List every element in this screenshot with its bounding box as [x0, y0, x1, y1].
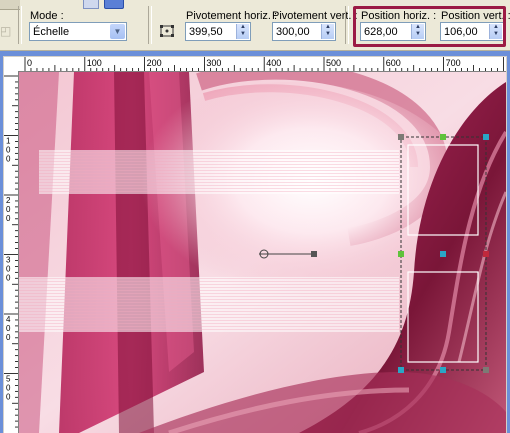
ruler-tick-label: 0	[6, 274, 11, 283]
toolbar-button-partial[interactable]	[0, 0, 20, 10]
toolbar-active-button[interactable]	[104, 0, 124, 9]
toolbar-separator	[345, 6, 349, 44]
deform-selection-overlay[interactable]	[19, 72, 506, 433]
center-handle[interactable]	[440, 251, 446, 257]
ruler-tick-label: 400	[266, 58, 281, 68]
vertical-ruler: 100200300400500	[4, 71, 19, 433]
corner-handle-top-left[interactable]	[398, 134, 404, 140]
edge-handle-top[interactable]	[440, 134, 446, 140]
corner-handle-top-right[interactable]	[483, 134, 489, 140]
position-highlight-box	[353, 6, 506, 47]
ruler-tick-label: 500	[326, 58, 341, 68]
rotation-handle[interactable]	[311, 251, 317, 257]
edge-handle-right[interactable]	[483, 251, 489, 257]
ruler-tick-label: 200	[147, 58, 162, 68]
pivot-h-label: Pivotement horiz. :	[186, 10, 278, 22]
chevron-down-icon[interactable]: ▼	[110, 24, 125, 39]
ruler-tick-label: 4	[6, 315, 11, 324]
ruler-tick-label: 100	[87, 58, 102, 68]
toolbar-separator	[18, 6, 22, 44]
ruler-tick-label: 0	[6, 155, 11, 164]
corner-handle-bottom-right[interactable]	[483, 367, 489, 373]
disabled-tool-icon: ◰	[0, 24, 12, 38]
arrow-up-icon[interactable]: ▲	[322, 24, 334, 31]
edge-handle-bottom[interactable]	[440, 367, 446, 373]
window-title-bar	[2, 51, 508, 56]
pivot-h-value: 399,50	[189, 26, 223, 38]
toolbar-separator	[148, 6, 152, 44]
ruler-tick-label: 0	[6, 265, 11, 274]
arrow-down-icon[interactable]: ▼	[237, 31, 249, 38]
pivot-v-spin-buttons[interactable]: ▲ ▼	[321, 24, 334, 39]
ruler-tick-label: 3	[6, 256, 11, 265]
ruler-tick-label: 0	[6, 205, 11, 214]
pivot-v-value: 300,00	[276, 26, 310, 38]
ruler-tick-label: 600	[386, 58, 401, 68]
toolbar-toggle-button[interactable]	[83, 0, 99, 9]
center-pivot-icon[interactable]	[158, 22, 176, 40]
vertical-ruler-ticks: 100200300400500	[4, 75, 18, 428]
ruler-tick-label: 300	[206, 58, 221, 68]
pivot-h-spin-buttons[interactable]: ▲ ▼	[236, 24, 249, 39]
ruler-tick-label: 0	[27, 58, 32, 68]
ruler-tick-label: 0	[6, 393, 11, 402]
mode-label: Mode :	[30, 10, 64, 22]
horizontal-ruler: 0 100 200 300 400 500 600 700	[4, 57, 506, 72]
pivot-h-stepper[interactable]: 399,50 ▲ ▼	[185, 22, 251, 41]
ruler-tick-label: 2	[6, 196, 11, 205]
window-border-left	[0, 51, 3, 433]
ruler-tick-label: 0	[6, 333, 11, 342]
ruler-tick-label: 0	[6, 214, 11, 223]
tool-options-bar: ◰ Mode : Échelle ▼ Pivotement horiz. : 3…	[0, 0, 510, 51]
arrow-up-icon[interactable]: ▲	[237, 24, 249, 31]
mode-select[interactable]: Échelle ▼	[29, 22, 127, 41]
ruler-tick-label: 700	[446, 58, 461, 68]
arrow-down-icon[interactable]: ▼	[322, 31, 334, 38]
ruler-tick-label: 1	[6, 137, 11, 146]
image-canvas[interactable]	[19, 72, 506, 433]
horizontal-ruler-ticks: 0 100 200 300 400 500 600 700	[24, 57, 504, 71]
ruler-tick-label: 0	[6, 384, 11, 393]
ruler-tick-label: 0	[6, 146, 11, 155]
corner-handle-bottom-left[interactable]	[398, 367, 404, 373]
ruler-tick-label: 5	[6, 375, 11, 384]
mode-select-value: Échelle	[33, 26, 70, 38]
ruler-tick-label: 0	[6, 324, 11, 333]
pivot-v-stepper[interactable]: 300,00 ▲ ▼	[272, 22, 336, 41]
edge-handle-left[interactable]	[398, 251, 404, 257]
